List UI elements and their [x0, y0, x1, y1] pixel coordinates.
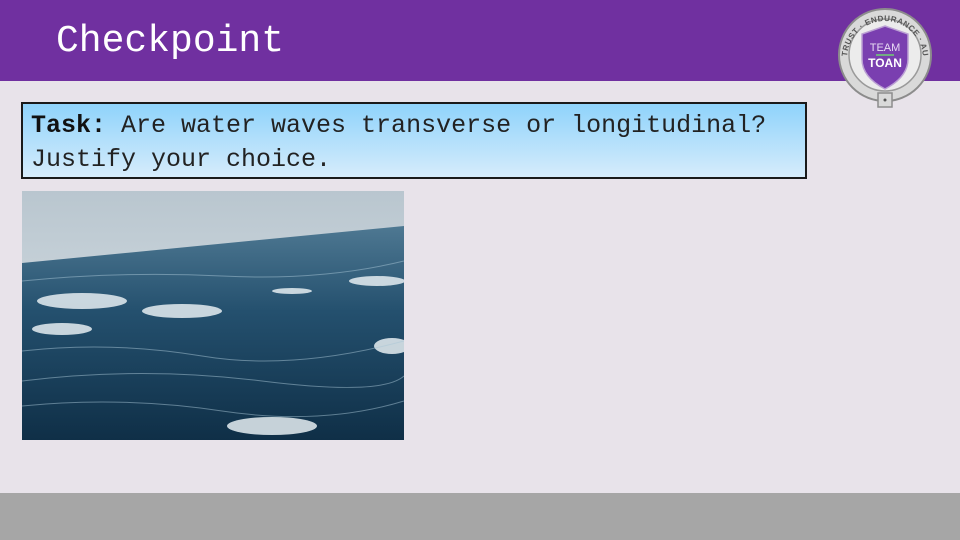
task-question: Are water waves transverse or longitudin…	[31, 111, 782, 174]
logo-bottom-text: TOAN	[868, 56, 902, 70]
team-toan-logo: TRUST · ENDURANCE · AUTONOMY · MASTERY T…	[830, 0, 936, 109]
stormy-ocean-photo	[22, 191, 404, 440]
task-label: Task:	[31, 111, 107, 140]
task-box: Task: Are water waves transverse or long…	[21, 102, 807, 179]
slide-title: Checkpoint	[56, 20, 285, 63]
logo-badge-icon: TRUST · ENDURANCE · AUTONOMY · MASTERY T…	[830, 0, 932, 108]
footer-band	[0, 493, 960, 540]
header-band: Checkpoint	[0, 0, 960, 81]
task-text: Task: Are water waves transverse or long…	[31, 109, 801, 177]
logo-top-text: TEAM	[870, 42, 901, 54]
ocean-waves-image	[22, 191, 404, 440]
